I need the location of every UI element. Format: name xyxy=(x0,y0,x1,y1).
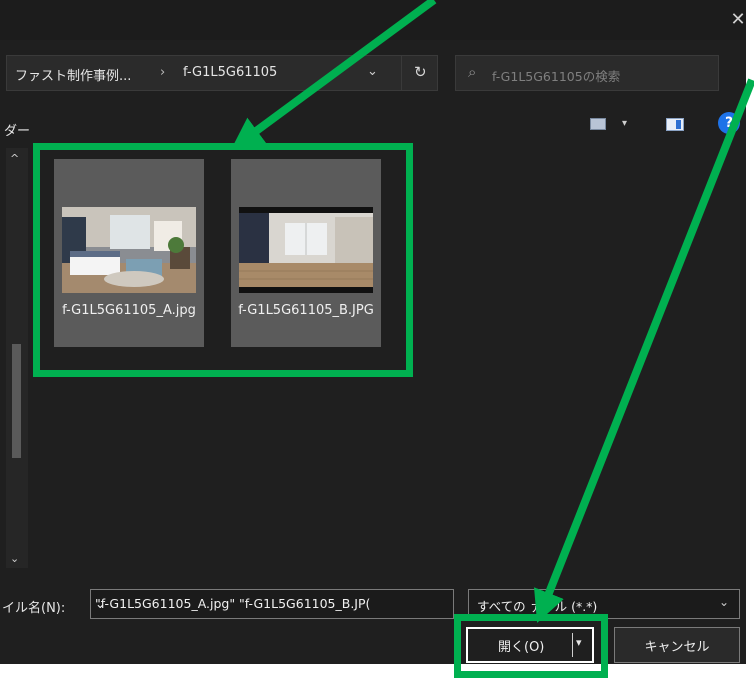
search-icon: ⌕ xyxy=(468,63,477,81)
scroll-down-icon[interactable]: ⌄ xyxy=(10,552,19,565)
filename-label: イル名(N): xyxy=(2,601,66,616)
breadcrumb-separator-icon: › xyxy=(160,65,166,80)
address-bar[interactable]: ファスト制作事例... › f-G1L5G61105 ⌄ ↻ xyxy=(6,55,438,91)
breadcrumb-parent[interactable]: ファスト制作事例... xyxy=(15,65,131,84)
cancel-button[interactable]: キャンセル xyxy=(614,627,740,663)
chevron-down-icon[interactable]: ⌄ xyxy=(367,64,378,79)
scrollbar-thumb[interactable] xyxy=(12,344,21,458)
new-folder-button[interactable]: ダー xyxy=(4,120,30,139)
view-options-icon[interactable] xyxy=(590,118,606,130)
open-button-highlight-box xyxy=(454,614,608,678)
refresh-button[interactable]: ↻ xyxy=(401,56,439,90)
close-icon[interactable]: ✕ xyxy=(728,10,748,30)
search-placeholder: f-G1L5G61105の検索 xyxy=(492,69,621,84)
search-box[interactable]: ⌕ f-G1L5G61105の検索 xyxy=(455,55,719,91)
navigation-pane-scrollbar[interactable]: ^ ⌄ xyxy=(6,148,28,568)
title-bar: ✕ xyxy=(0,0,746,40)
white-background-bottom xyxy=(0,664,754,678)
file-type-value: すべての ァイル (*.*) xyxy=(477,599,598,614)
cancel-button-label: キャンセル xyxy=(644,640,710,655)
chevron-down-icon[interactable]: ⌄ xyxy=(95,596,431,611)
files-highlight-box xyxy=(33,143,413,377)
scroll-up-icon[interactable]: ^ xyxy=(10,152,19,165)
preview-pane-icon[interactable] xyxy=(666,118,684,131)
view-options-caret-icon[interactable]: ▾ xyxy=(622,118,627,129)
chevron-down-icon[interactable]: ⌄ xyxy=(719,595,729,609)
white-background-right xyxy=(746,0,754,678)
breadcrumb-current[interactable]: f-G1L5G61105 xyxy=(183,65,277,80)
help-icon[interactable]: ? xyxy=(718,112,740,134)
filename-input[interactable]: "f-G1L5G61105_A.jpg" "f-G1L5G61105_B.JP(… xyxy=(90,589,454,619)
refresh-icon: ↻ xyxy=(414,63,427,81)
